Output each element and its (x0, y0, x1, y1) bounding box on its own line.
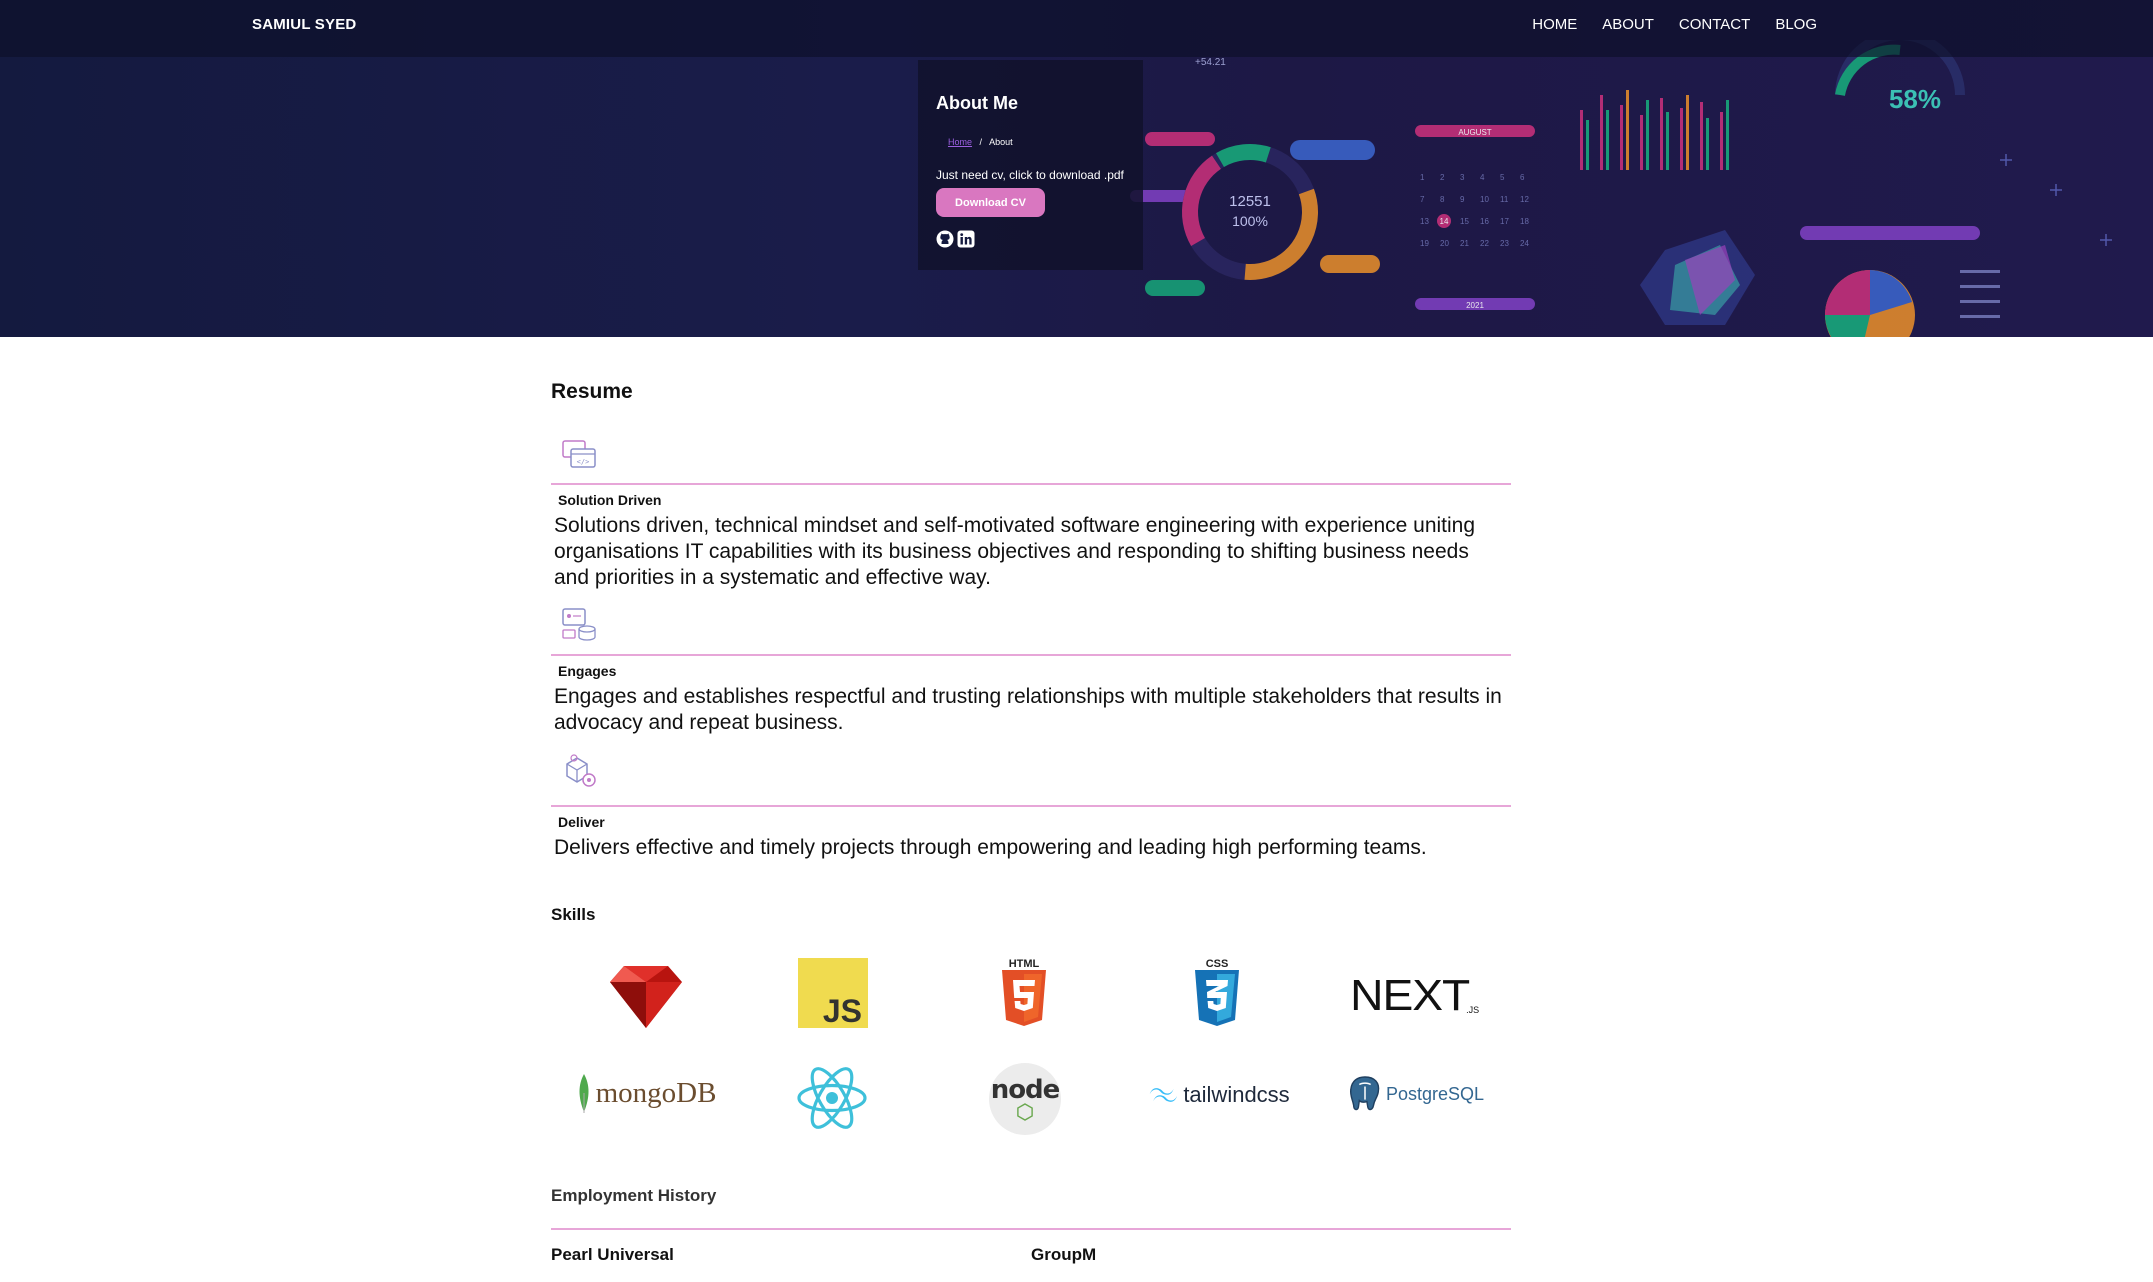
top-navbar: SAMIUL SYED HOME ABOUT CONTACT BLOG (0, 0, 2153, 57)
breadcrumb: Home / About (948, 137, 1013, 147)
nav-about[interactable]: ABOUT (1602, 16, 1654, 33)
feature-heading-engages: Engages (558, 663, 617, 679)
svg-text:20: 20 (1440, 239, 1449, 248)
postgresql-logo: PostgreSQL (1336, 1072, 1496, 1116)
ruby-logo (606, 958, 686, 1033)
feature-heading-solution: Solution Driven (558, 492, 662, 508)
divider (551, 483, 1511, 485)
breadcrumb-home[interactable]: Home (948, 137, 972, 147)
nodejs-logo: node (989, 1063, 1061, 1135)
nav-home[interactable]: HOME (1532, 16, 1577, 33)
svg-text:13: 13 (1420, 217, 1429, 226)
skills-title: Skills (551, 905, 596, 924)
svg-text:18: 18 (1520, 217, 1529, 226)
javascript-logo: JS (798, 958, 868, 1028)
download-cv-button[interactable]: Download CV (936, 188, 1045, 217)
svg-text:9: 9 (1460, 195, 1465, 204)
tailwindcss-logo-label: tailwindcss (1183, 1082, 1290, 1107)
dashboard-percent: 58% (1889, 84, 1941, 114)
svg-text:6: 6 (1520, 173, 1525, 182)
hero-banner: 12551 100% +54.21 AUGUST 123456 7 8 9 10 11 1… (0, 0, 2153, 337)
cv-description: Just need cv, click to download .pdf (936, 168, 1124, 182)
linkedin-icon[interactable] (957, 230, 975, 248)
feature-text-deliver: Delivers effective and timely projects t… (554, 836, 1427, 859)
dashboard-calendar-highlight: 14 (1440, 217, 1449, 226)
mongodb-logo: mongoDB (566, 1068, 726, 1118)
postgresql-logo-label: PostgreSQL (1385, 1083, 1485, 1104)
stakeholders-icon (559, 604, 599, 644)
svg-text:2: 2 (1440, 173, 1445, 182)
dashboard-ring-percent: 100% (1232, 213, 1268, 229)
nav-links: HOME ABOUT CONTACT BLOG (1532, 16, 1817, 33)
nextjs-logo: NEXT .JS (1341, 958, 1491, 1033)
dashboard-ring-value: 12551 (1229, 193, 1271, 210)
svg-text:15: 15 (1460, 217, 1469, 226)
mongodb-logo-label: mongoDB (595, 1076, 717, 1109)
svg-text:5: 5 (1500, 173, 1505, 182)
brand-logo[interactable]: SAMIUL SYED (252, 16, 356, 33)
divider (551, 805, 1511, 807)
dashboard-year: 2021 (1466, 301, 1484, 310)
company-pearl-universal: Pearl Universal (551, 1245, 674, 1264)
svg-text:24: 24 (1520, 239, 1529, 248)
svg-text:11: 11 (1500, 195, 1509, 204)
svg-text:</>: </> (577, 458, 590, 466)
feature-heading-deliver: Deliver (558, 814, 605, 830)
svg-text:3: 3 (1460, 173, 1465, 182)
svg-text:4: 4 (1480, 173, 1485, 182)
divider (551, 654, 1511, 656)
dashboard-stat-a: +54.21 (1195, 57, 1226, 68)
html5-logo-label: HTML (1008, 958, 1040, 970)
nav-blog[interactable]: BLOG (1775, 16, 1817, 33)
employment-title: Employment History (551, 1186, 717, 1205)
svg-text:17: 17 (1500, 217, 1509, 226)
svg-text:1: 1 (1420, 173, 1425, 182)
css3-logo: CSS (1191, 958, 1243, 1033)
svg-text:7: 7 (1420, 195, 1425, 204)
divider (551, 1228, 1511, 1230)
javascript-logo-label: JS (822, 993, 862, 1029)
svg-text:23: 23 (1500, 239, 1509, 248)
breadcrumb-current: About (989, 137, 1013, 147)
resume-title: Resume (551, 380, 633, 403)
svg-text:8: 8 (1440, 195, 1445, 204)
delivery-gear-icon (559, 750, 599, 790)
svg-text:21: 21 (1460, 239, 1469, 248)
tailwindcss-logo: tailwindcss (1144, 1075, 1294, 1115)
svg-text:16: 16 (1480, 217, 1489, 226)
github-icon[interactable] (936, 230, 954, 248)
page-title: About Me (936, 93, 1018, 113)
svg-text:22: 22 (1480, 239, 1489, 248)
feature-text-solution: Solutions driven, technical mindset and … (554, 514, 1476, 589)
nodejs-logo-label: node (990, 1075, 1061, 1105)
company-groupm: GroupM (1031, 1245, 1097, 1264)
feature-text-engages: Engages and establishes respectful and t… (554, 685, 1502, 734)
social-links (936, 230, 975, 248)
about-card: About Me Home / About Just need cv, clic… (918, 60, 1143, 270)
nextjs-logo-label: NEXT (1349, 970, 1470, 1020)
code-window-icon: </> (559, 435, 599, 475)
dashboard-month: AUGUST (1458, 128, 1491, 137)
css3-logo-label: CSS (1205, 958, 1229, 970)
html5-logo: HTML (998, 958, 1050, 1033)
nav-contact[interactable]: CONTACT (1679, 16, 1750, 33)
svg-text:12: 12 (1520, 195, 1529, 204)
svg-text:19: 19 (1420, 239, 1429, 248)
dashboard-background-illustration: 12551 100% +54.21 AUGUST 123456 7 8 9 10 11 1… (1130, 40, 2112, 337)
react-logo (791, 1063, 873, 1133)
svg-text:10: 10 (1480, 195, 1489, 204)
breadcrumb-separator: / (979, 137, 983, 147)
